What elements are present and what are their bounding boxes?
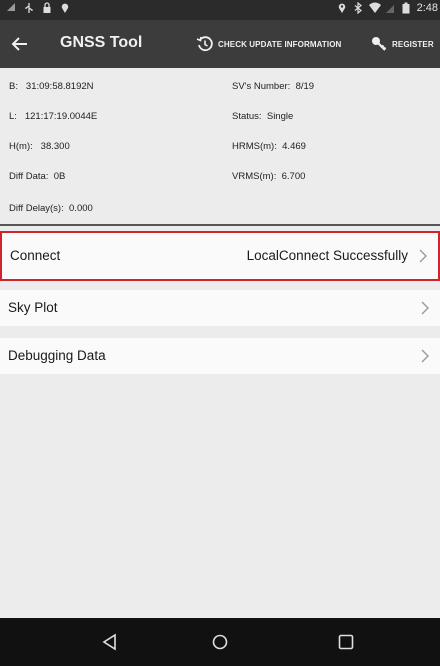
diff-data-row: Diff Data: 0B <box>9 170 65 184</box>
status-label: Status: <box>232 111 262 122</box>
diff-data-value: 0B <box>53 171 66 182</box>
signal-icon <box>6 2 16 14</box>
vrms-value: 6.700 <box>281 171 306 182</box>
status-bar: 2:48 <box>0 0 440 20</box>
chevron-right-icon <box>419 249 427 263</box>
debugging-data-row[interactable]: Debugging Data <box>0 338 440 374</box>
height-label: H(m): <box>9 141 33 152</box>
back-arrow-icon[interactable] <box>8 32 32 56</box>
status-row: Status: Single <box>232 110 293 124</box>
battery-icon <box>401 2 411 14</box>
key-icon <box>372 37 387 51</box>
info-divider <box>0 224 440 226</box>
bluetooth-icon <box>353 1 363 15</box>
lock-icon <box>42 2 52 14</box>
nav-home-icon[interactable] <box>210 632 230 652</box>
status-value: Single <box>266 111 294 122</box>
debugging-data-label: Debugging Data <box>8 348 106 363</box>
chevron-right-icon <box>421 301 429 315</box>
wifi-icon <box>368 2 381 14</box>
longitude-label: L: <box>9 111 17 122</box>
sky-plot-label: Sky Plot <box>8 300 58 315</box>
hrms-value: 4.469 <box>282 141 306 152</box>
location-icon <box>337 2 347 14</box>
nav-back-icon[interactable] <box>100 632 120 652</box>
connect-row[interactable]: Connect LocalConnect Successfully <box>0 231 440 281</box>
app-title: GNSS Tool <box>60 34 143 51</box>
latitude-value: 31:09:58.8192N <box>25 81 94 92</box>
vrms-label: VRMS(m): <box>232 171 277 182</box>
longitude-value: 121:17:19.0044E <box>24 111 98 122</box>
connect-status: LocalConnect Successfully <box>246 248 408 263</box>
chevron-right-icon <box>421 349 429 363</box>
height-value: 38.300 <box>40 141 70 152</box>
sv-number-label: SV's Number: <box>232 81 291 92</box>
longitude-row: L: 121:17:19.0044E <box>9 110 97 124</box>
vrms-row: VRMS(m): 6.700 <box>232 170 305 184</box>
hrms-label: HRMS(m): <box>232 141 277 152</box>
app-bar: GNSS Tool CHECK UPDATE INFORMATION REGIS… <box>0 20 440 68</box>
gnss-info-panel: B: 31:09:58.8192N L: 121:17:19.0044E H(m… <box>0 68 440 224</box>
diff-delay-value: 0.000 <box>69 203 93 214</box>
nav-recent-apps-icon[interactable] <box>336 632 356 652</box>
diff-delay-row: Diff Delay(s): 0.000 <box>9 202 93 216</box>
check-update-label: CHECK UPDATE INFORMATION <box>218 39 342 49</box>
navigation-bar <box>0 618 440 666</box>
status-time: 2:48 <box>416 2 438 14</box>
sv-number-row: SV's Number: 8/19 <box>232 80 314 94</box>
diff-data-label: Diff Data: <box>9 171 49 182</box>
usb-icon <box>24 2 34 14</box>
sky-plot-row[interactable]: Sky Plot <box>0 290 440 326</box>
latitude-row: B: 31:09:58.8192N <box>9 80 94 94</box>
update-history-icon <box>196 36 213 52</box>
sv-number-value: 8/19 <box>295 81 315 92</box>
connect-label: Connect <box>10 248 61 263</box>
register-button[interactable]: REGISTER <box>370 34 434 54</box>
register-label: REGISTER <box>392 39 434 49</box>
no-sim-icon <box>385 2 395 14</box>
height-row: H(m): 38.300 <box>9 140 70 154</box>
location-pin-icon <box>60 2 70 14</box>
hrms-row: HRMS(m): 4.469 <box>232 140 306 154</box>
check-update-button[interactable]: CHECK UPDATE INFORMATION <box>196 34 341 54</box>
diff-delay-label: Diff Delay(s): <box>9 203 64 214</box>
latitude-label: B: <box>9 81 18 92</box>
